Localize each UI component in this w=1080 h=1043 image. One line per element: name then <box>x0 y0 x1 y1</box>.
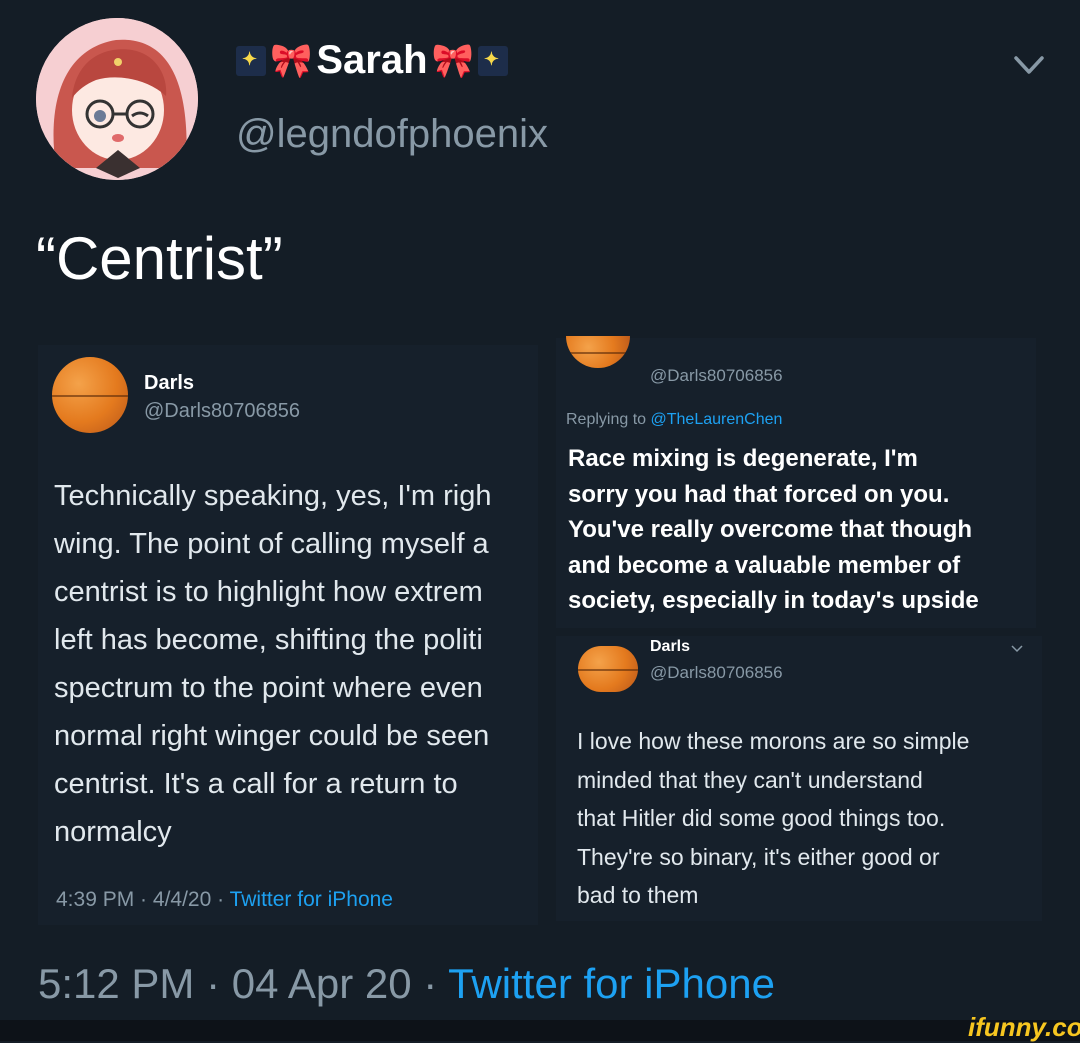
basketball-avatar <box>578 646 638 692</box>
body-line: Technically speaking, yes, I'm righ <box>54 480 492 512</box>
ribbon-icon: 🎀 <box>270 41 313 80</box>
quoted-tweet-body: Race mixing is degenerate, I'm sorry you … <box>568 441 1038 619</box>
replying-handle: @TheLaurenChen <box>650 411 783 428</box>
body-line: I love how these morons are so simple <box>577 728 970 754</box>
profile-avatar[interactable] <box>36 18 198 180</box>
replying-prefix: Replying to <box>566 411 647 428</box>
body-line: normal right winger could be seen <box>54 720 490 752</box>
chevron-down-icon <box>1010 642 1024 656</box>
body-line: spectrum to the point where even <box>54 672 483 704</box>
body-line: that Hitler did some good things too. <box>577 805 946 831</box>
quoted-time: 4:39 PM <box>56 888 135 911</box>
tweet-meta: 5:12 PM · 04 Apr 20 · Twitter for iPhone <box>38 960 775 1007</box>
display-name-text: Sarah <box>316 38 428 82</box>
body-line: centrist. It's a call for a return to <box>54 768 458 800</box>
body-line: society, especially in today's upside <box>568 587 979 614</box>
replying-to: Replying to @TheLaurenChen <box>566 411 782 429</box>
quoted-author-name: Darls <box>650 638 691 655</box>
quoted-tweet-body: I love how these morons are so simple min… <box>577 722 1037 915</box>
sparkler-icon <box>477 45 508 76</box>
quoted-date: 4/4/20 <box>152 888 212 911</box>
body-line: wing. The point of calling myself a <box>54 528 489 560</box>
body-line: bad to them <box>577 882 699 908</box>
quoted-author-handle: @Darls80706856 <box>650 366 783 385</box>
basketball-avatar <box>52 357 128 433</box>
quoted-tweet-body: Technically speaking, yes, I'm righ wing.… <box>54 472 538 852</box>
body-line: Race mixing is degenerate, I'm <box>568 445 918 472</box>
tweet-time: 5:12 PM <box>38 960 195 1007</box>
tweet-date: 04 Apr 20 <box>231 960 412 1007</box>
quoted-tweet-meta: 4:39 PM · 4/4/20 · Twitter for iPhone <box>56 888 393 911</box>
watermark-logo: ifunny.co <box>968 1012 1080 1042</box>
body-line: centrist is to highlight how extrem <box>54 576 483 608</box>
sparkler-icon <box>236 45 266 76</box>
body-line: They're so binary, it's either good or <box>577 843 940 870</box>
body-line: sorry you had that forced on you. <box>568 480 950 508</box>
body-line: and become a valuable member of <box>568 551 961 579</box>
display-name[interactable]: 🎀 Sarah 🎀 <box>236 38 508 83</box>
chevron-down-icon[interactable] <box>1012 48 1046 82</box>
ribbon-icon: 🎀 <box>431 41 474 80</box>
tweet-source-link[interactable]: Twitter for iPhone <box>448 960 775 1007</box>
quoted-author-name: Darls <box>144 372 195 394</box>
watermark-bar <box>0 1020 1080 1041</box>
quoted-author-handle: @Darls80706856 <box>650 663 783 682</box>
user-handle[interactable]: @legndofphoenix <box>236 112 548 157</box>
quoted-source: Twitter for iPhone <box>229 888 393 911</box>
body-line: normalcy <box>54 816 172 848</box>
body-line: left has become, shifting the politi <box>54 624 483 656</box>
tweet-text: “Centrist” <box>36 225 283 292</box>
quoted-author-handle: @Darls80706856 <box>144 400 300 422</box>
body-line: You've really overcome that though <box>568 516 973 543</box>
body-line: minded that they can't understand <box>577 766 923 793</box>
